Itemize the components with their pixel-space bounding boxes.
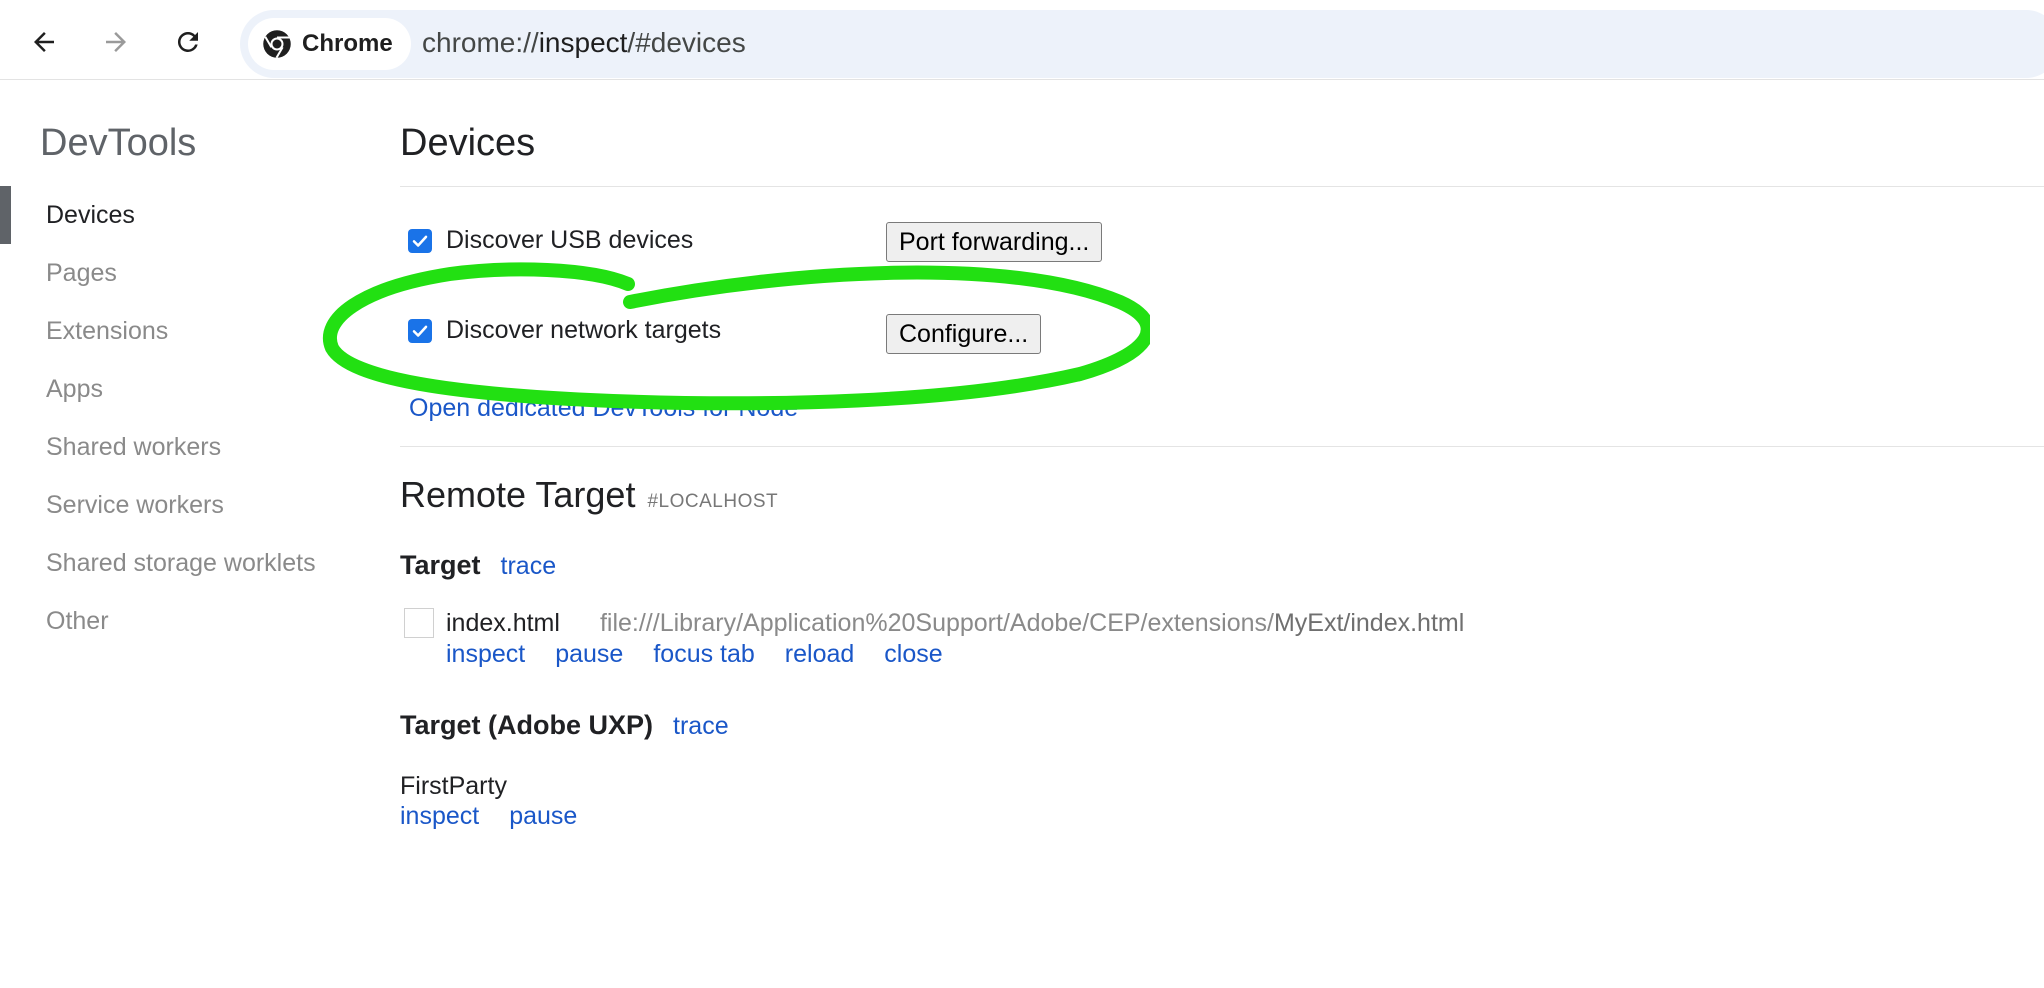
- site-info-chip[interactable]: Chrome: [248, 18, 411, 70]
- pause-link[interactable]: pause: [555, 640, 623, 669]
- target-url-file: MyExt/index.html: [1273, 608, 1465, 637]
- page-title: Devices: [400, 122, 536, 164]
- sidebar-item-other[interactable]: Other: [0, 592, 380, 650]
- reload-button[interactable]: [164, 18, 212, 66]
- target-uxp-name: FirstParty: [400, 772, 507, 800]
- address-bar[interactable]: Chrome chrome://inspect/#devices: [240, 10, 2044, 78]
- target-uxp-heading: Target (Adobe UXP) trace: [400, 710, 729, 741]
- close-link[interactable]: close: [884, 640, 942, 669]
- divider: [400, 446, 2044, 447]
- divider: [400, 186, 2044, 187]
- browser-toolbar: Chrome chrome://inspect/#devices: [0, 0, 2044, 80]
- url-host: inspect: [538, 27, 628, 58]
- remote-target-host: #LOCALHOST: [647, 491, 779, 512]
- page-favicon-icon: [404, 608, 434, 638]
- reload-link[interactable]: reload: [785, 640, 855, 669]
- remote-target-title: Remote Target: [400, 474, 636, 515]
- sidebar-item-shared-storage-worklets[interactable]: Shared storage worklets: [0, 534, 380, 592]
- url-text[interactable]: chrome://inspect/#devices: [422, 27, 746, 59]
- url-path: /#devices: [627, 27, 746, 58]
- remote-target-header: Remote Target #LOCALHOST: [400, 474, 778, 516]
- forward-arrow-icon: [106, 32, 126, 52]
- configure-button[interactable]: Configure...: [886, 314, 1042, 354]
- sidebar-item-extensions[interactable]: Extensions: [0, 302, 380, 360]
- target-url-path: file:///Library/Application%20Support/Ad…: [599, 608, 1274, 637]
- target-name: index.html: [446, 608, 560, 637]
- main-content: Devices Discover USB devices Port forwar…: [400, 80, 2044, 988]
- sidebar-item-shared-workers[interactable]: Shared workers: [0, 418, 380, 476]
- network-discovery-label: Discover network targets: [446, 316, 722, 344]
- sidebar-item-apps[interactable]: Apps: [0, 360, 380, 418]
- port-forwarding-button[interactable]: Port forwarding...: [886, 222, 1103, 262]
- chrome-logo-icon: [263, 30, 291, 59]
- network-discovery-checkbox[interactable]: [408, 318, 432, 343]
- focus-tab-link[interactable]: focus tab: [653, 640, 754, 669]
- network-discovery-row: Discover network targets: [408, 316, 721, 345]
- usb-discovery-row: Discover USB devices: [408, 226, 693, 255]
- inspect-link[interactable]: inspect: [446, 640, 525, 669]
- target-actions: inspect pause focus tab reload close: [446, 640, 943, 669]
- sidebar-nav: Devices Pages Extensions Apps Shared wor…: [0, 186, 380, 650]
- back-arrow-icon: [34, 32, 54, 52]
- target-heading: Target trace: [400, 550, 556, 581]
- sidebar: DevTools Devices Pages Extensions Apps S…: [0, 80, 380, 988]
- target-heading-label: Target: [400, 550, 481, 580]
- sidebar-item-devices[interactable]: Devices: [0, 186, 380, 244]
- uxp-inspect-link[interactable]: inspect: [400, 802, 479, 831]
- target-row: index.html file:///Library/Application%2…: [404, 608, 1464, 638]
- chip-label: Chrome: [302, 30, 393, 57]
- url-scheme: chrome://: [422, 27, 539, 58]
- back-button[interactable]: [20, 18, 68, 66]
- checkmark-icon: [412, 235, 428, 247]
- sidebar-item-service-workers[interactable]: Service workers: [0, 476, 380, 534]
- sidebar-item-pages[interactable]: Pages: [0, 244, 380, 302]
- target-uxp-heading-label: Target (Adobe UXP): [400, 710, 654, 740]
- usb-discovery-label: Discover USB devices: [446, 226, 694, 254]
- sidebar-title: DevTools: [40, 122, 197, 164]
- reload-icon: [177, 31, 198, 52]
- target-uxp-trace-link[interactable]: trace: [673, 712, 729, 741]
- target-uxp-actions: inspect pause: [400, 802, 577, 831]
- open-node-devtools-link[interactable]: Open dedicated DevTools for Node: [409, 394, 798, 423]
- checkmark-icon: [412, 325, 428, 337]
- usb-discovery-checkbox[interactable]: [408, 228, 432, 253]
- uxp-pause-link[interactable]: pause: [509, 802, 577, 831]
- target-trace-link[interactable]: trace: [501, 552, 557, 581]
- target-url: file:///Library/Application%20Support/Ad…: [600, 609, 1464, 638]
- forward-button[interactable]: [92, 18, 140, 66]
